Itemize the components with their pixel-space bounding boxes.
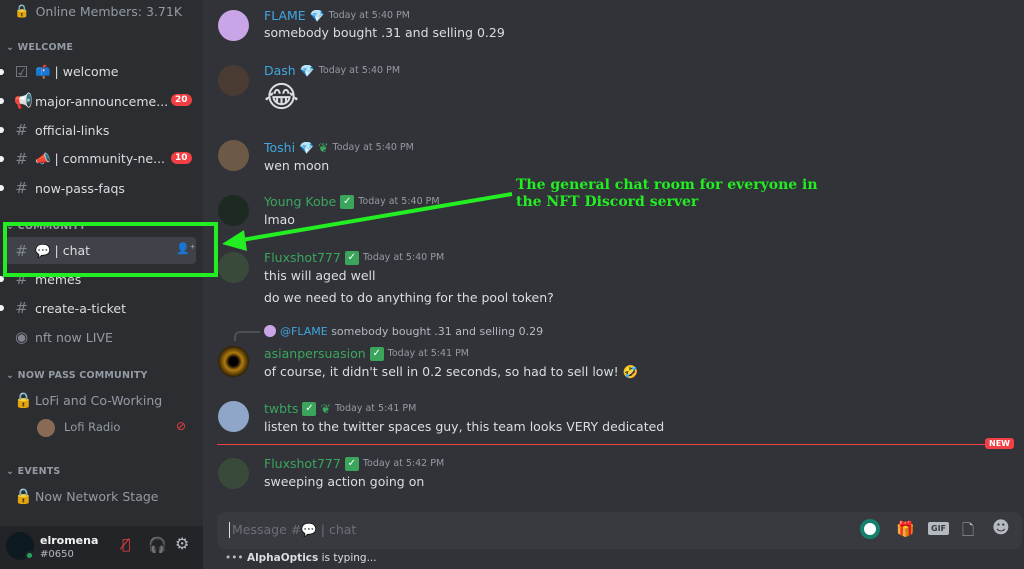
annotation-text: The general chat room for everyone in th… bbox=[516, 177, 818, 210]
annotation-arrow bbox=[222, 192, 513, 251]
